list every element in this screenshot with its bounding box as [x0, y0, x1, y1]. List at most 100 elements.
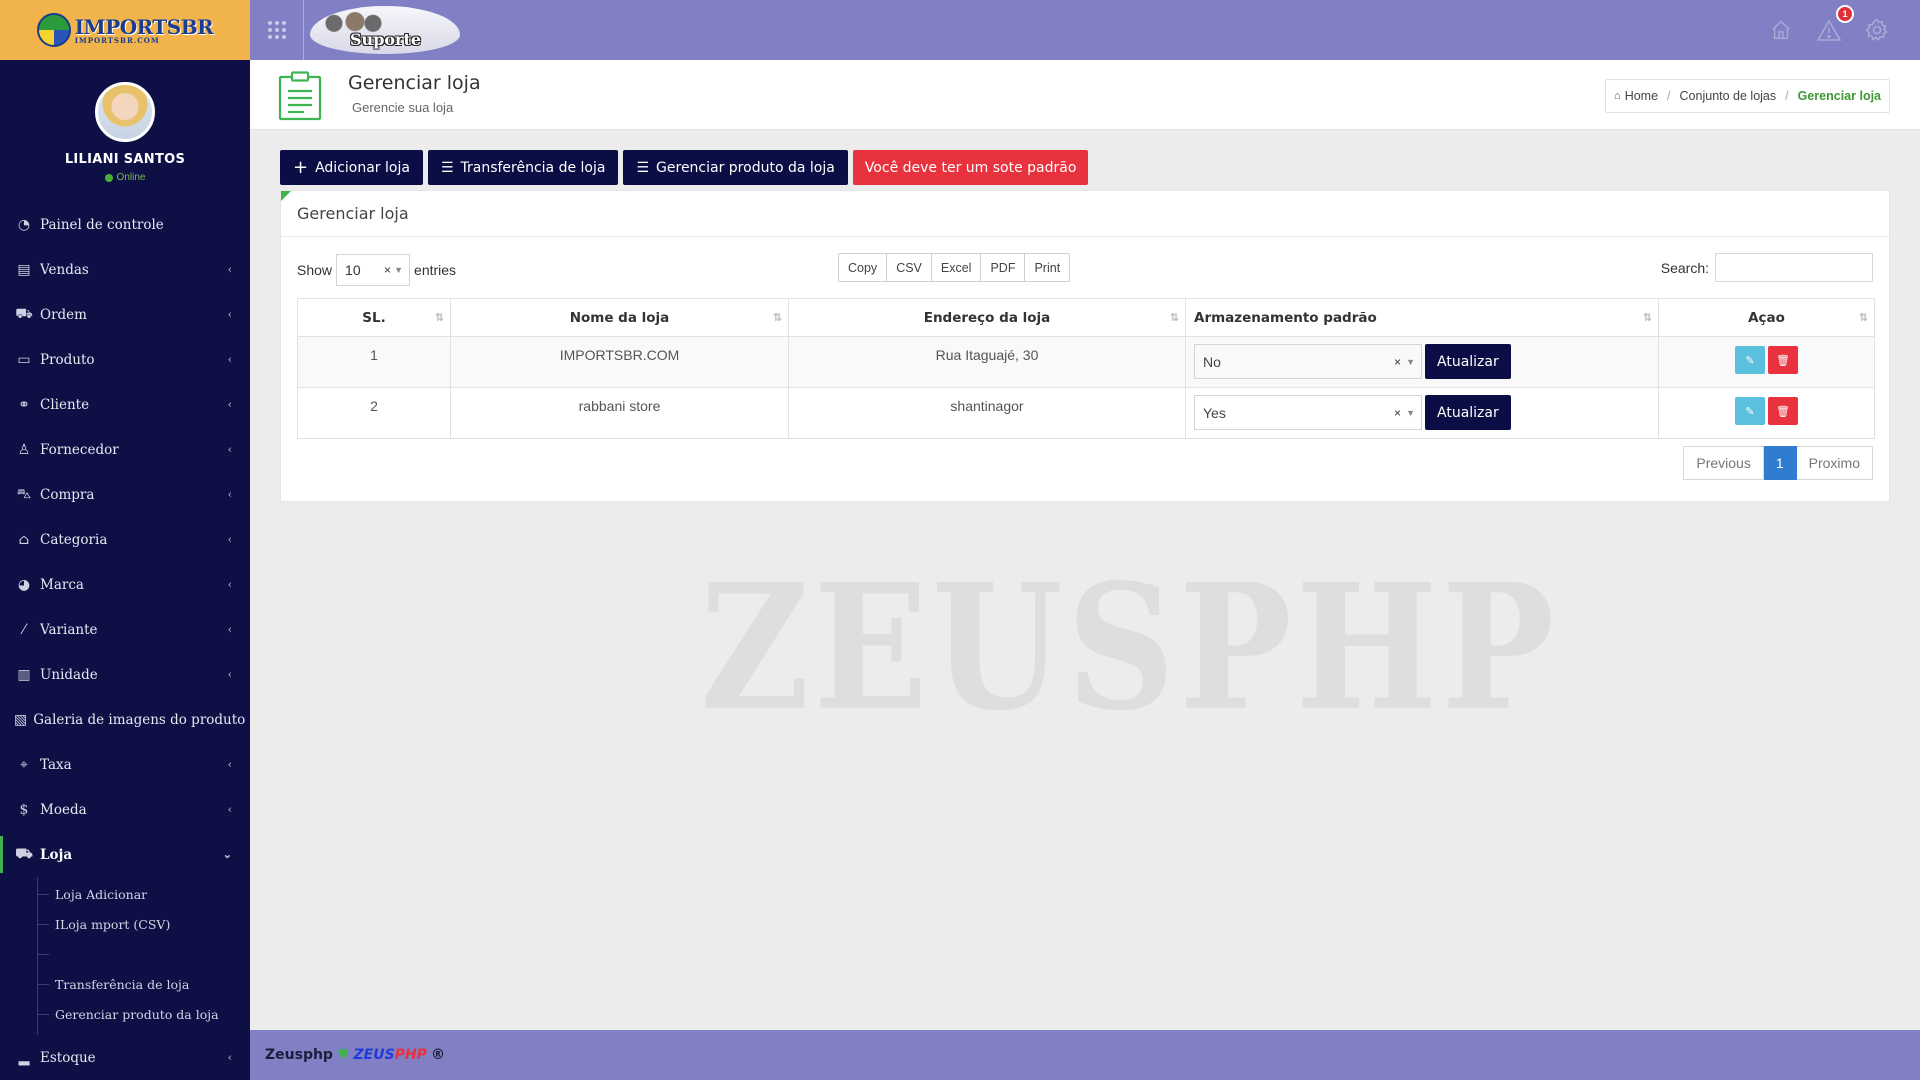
heart-icon: ♥: [336, 1047, 350, 1063]
clear-icon[interactable]: ×: [384, 263, 391, 277]
pencil-icon: ✎: [1745, 405, 1755, 418]
cell-default-storage: No × ▼ Atualizar: [1185, 336, 1659, 388]
footer: Zeusphp ♥ ZEUSPHP ®: [250, 1030, 1920, 1080]
edit-button[interactable]: ✎: [1735, 346, 1765, 374]
user-status: Online: [0, 172, 250, 183]
sidebar-item-cliente[interactable]: ⚭ Cliente ‹: [0, 382, 250, 427]
sidebar-item-fornecedor[interactable]: ♙ Fornecedor ‹: [0, 427, 250, 472]
sidebar-item-variante[interactable]: ⁄ Variante ‹: [0, 607, 250, 652]
pagination: Previous 1 Proximo: [1683, 446, 1873, 480]
sort-icon: ⇅: [1169, 311, 1179, 324]
panel-title: Gerenciar loja: [281, 191, 1889, 237]
registered-mark: ®: [430, 1047, 445, 1063]
user-status-label: Online: [116, 172, 146, 183]
sidebar-item-loja[interactable]: ⛟ Loja ⌄: [0, 832, 250, 877]
csv-button[interactable]: CSV: [887, 253, 932, 282]
watermark: ZEUSPHP: [700, 546, 1559, 750]
crosshair-icon: ⌖: [20, 756, 28, 773]
support-banner[interactable]: Suporte: [310, 6, 460, 54]
default-store-warning-button[interactable]: Você deve ter um sote padrão: [852, 150, 1089, 185]
footer-brand[interactable]: ZEUSPHP: [354, 1047, 427, 1063]
sort-icon: ⇅: [772, 311, 782, 324]
trash-icon: 🗑: [1776, 354, 1790, 367]
submenu-item-gerenciar-produto[interactable]: Gerenciar produto da loja: [37, 999, 250, 1029]
cell-store-name: rabbani store: [450, 387, 789, 439]
col-store-address[interactable]: Endereço da loja ⇅: [788, 298, 1186, 337]
logo-area[interactable]: IMPORTSBR IMPORTSBR.COM: [0, 0, 250, 60]
clear-icon[interactable]: ×: [1394, 406, 1401, 420]
store-transfer-button[interactable]: ☰ Transferência de loja: [427, 150, 619, 185]
sidebar-item-taxa[interactable]: ⌖ Taxa ‹: [0, 742, 250, 787]
delete-button[interactable]: 🗑: [1768, 346, 1798, 374]
cell-store-name: IMPORTSBR.COM: [450, 336, 789, 388]
submenu-item-loja-adicionar[interactable]: Loja Adicionar: [37, 879, 250, 909]
chevron-left-icon: ‹: [227, 443, 232, 456]
stock-icon: ▂: [18, 1049, 30, 1066]
breadcrumb-home[interactable]: Home: [1625, 89, 1658, 103]
sidebar-item-compra[interactable]: ⛍ Compra ‹: [0, 472, 250, 517]
settings-gear-icon[interactable]: [1864, 17, 1890, 43]
sidebar-item-vendas[interactable]: ▤ Vendas ‹: [0, 247, 250, 292]
col-action[interactable]: Açao ⇅: [1658, 298, 1875, 337]
warning-icon[interactable]: 1: [1816, 5, 1854, 43]
apps-grid-icon[interactable]: [250, 0, 304, 60]
copy-button[interactable]: Copy: [838, 253, 888, 282]
page-length-select[interactable]: 10 × ▼: [336, 254, 411, 286]
sidebar-item-unidade[interactable]: ▥ Unidade ‹: [0, 652, 250, 697]
page-1-button[interactable]: 1: [1763, 446, 1797, 480]
search-input[interactable]: [1715, 253, 1873, 282]
trash-icon: 🗑: [1776, 405, 1790, 418]
sidebar-item-painel-de-controle[interactable]: ◔ Painel de controle: [0, 202, 250, 247]
submenu-item-loja-import[interactable]: ILoja mport (CSV): [37, 909, 250, 939]
table-row: 1 IMPORTSBR.COM Rua Itaguajé, 30 No × ▼ …: [297, 336, 1875, 388]
online-dot-icon: [104, 173, 113, 182]
pdf-button[interactable]: PDF: [981, 253, 1026, 282]
chevron-left-icon: ‹: [227, 263, 232, 276]
sidebar-item-categoria[interactable]: ⌂ Categoria ‹: [0, 517, 250, 562]
avatar[interactable]: [95, 82, 155, 142]
update-button[interactable]: Atualizar: [1425, 395, 1511, 430]
plus-icon: +: [293, 156, 309, 178]
col-sl[interactable]: SL. ⇅: [297, 298, 451, 337]
add-store-button[interactable]: + Adicionar loja: [280, 150, 423, 185]
handshake-icon: ⚭: [18, 396, 30, 413]
pencil-icon: ✎: [1745, 354, 1755, 367]
logo-globe-icon: [36, 13, 71, 47]
sidebar-item-marca[interactable]: ◕ Marca ‹: [0, 562, 250, 607]
breadcrumb-store-set[interactable]: Conjunto de lojas: [1680, 89, 1777, 103]
default-storage-select[interactable]: No × ▼: [1194, 344, 1422, 379]
cell-store-address: Rua Itaguajé, 30: [788, 336, 1186, 388]
col-default-storage[interactable]: Armazenamento padrão ⇅: [1185, 298, 1659, 337]
sidebar-item-moeda[interactable]: $ Moeda ‹: [0, 787, 250, 832]
col-store-name[interactable]: Nome da loja ⇅: [450, 298, 789, 337]
chevron-left-icon: ‹: [227, 308, 232, 321]
edit-button[interactable]: ✎: [1735, 397, 1765, 425]
default-storage-select[interactable]: Yes × ▼: [1194, 395, 1422, 430]
page-title: Gerenciar loja: [348, 72, 481, 94]
delete-button[interactable]: 🗑: [1768, 397, 1798, 425]
manage-store-products-button[interactable]: ☰ Gerenciar produto da loja: [623, 150, 848, 185]
clear-icon[interactable]: ×: [1394, 355, 1401, 369]
caret-down-icon: ▼: [1406, 407, 1415, 418]
breadcrumb: ⌂ Home / Conjunto de lojas / Gerenciar l…: [1605, 79, 1890, 113]
sidebar-item-galeria[interactable]: ▧ Galeria de imagens do produto: [0, 697, 250, 742]
sidebar-item-ordem[interactable]: ⛟ Ordem ‹: [0, 292, 250, 337]
excel-button[interactable]: Excel: [931, 253, 982, 282]
home-icon[interactable]: [1768, 17, 1794, 43]
submenu-item-transferencia[interactable]: Transferência de loja: [37, 969, 250, 999]
sort-asc-icon: ⇅: [434, 311, 444, 324]
update-button[interactable]: Atualizar: [1425, 344, 1511, 379]
sidebar-item-produto[interactable]: ▭ Produto ‹: [0, 337, 250, 382]
chevron-left-icon: ‹: [227, 758, 232, 771]
next-page-button[interactable]: Proximo: [1796, 446, 1873, 480]
chevron-left-icon: ‹: [227, 1051, 232, 1064]
chevron-left-icon: ‹: [227, 353, 232, 366]
print-button[interactable]: Print: [1025, 253, 1071, 282]
submenu-item-empty[interactable]: [37, 939, 250, 969]
sidebar-item-estoque[interactable]: ▂ Estoque ‹: [0, 1035, 250, 1080]
previous-page-button[interactable]: Previous: [1683, 446, 1764, 480]
chevron-down-icon: ⌄: [222, 848, 232, 861]
user-panel: LILIANI SANTOS Online: [0, 60, 250, 192]
product-icon: ▭: [17, 351, 31, 368]
list-icon: ☰: [636, 159, 650, 176]
